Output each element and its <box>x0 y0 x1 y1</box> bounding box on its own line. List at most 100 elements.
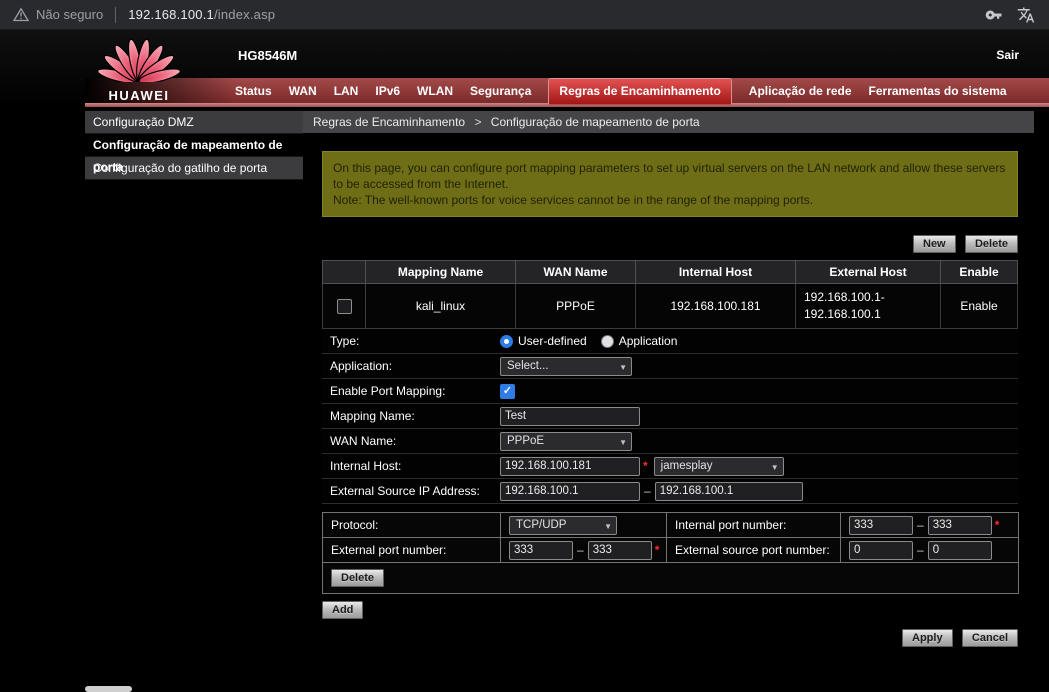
user-defined-radio[interactable] <box>500 335 513 348</box>
protocol-cell: TCP/UDP ▼ <box>501 513 667 538</box>
security-label[interactable]: Não seguro <box>36 7 103 22</box>
table-row[interactable]: kali_linux PPPoE 192.168.100.181 192.168… <box>323 284 1018 329</box>
internal-host-device-select[interactable]: jamesplay ▼ <box>654 457 784 476</box>
type-label: Type: <box>322 334 500 348</box>
required-asterisk: * <box>643 459 648 473</box>
internal-port-label: Internal port number: <box>667 513 841 538</box>
enable-port-mapping-checkbox[interactable]: ✓ <box>500 384 515 399</box>
external-source-ip-start-input[interactable] <box>500 482 640 501</box>
application-radio[interactable] <box>601 335 614 348</box>
apply-button[interactable]: Apply <box>902 629 953 647</box>
col-external-host: External Host <box>796 261 941 284</box>
internal-host-input[interactable] <box>500 457 640 476</box>
enable-port-mapping-row: Enable Port Mapping: ✓ <box>322 379 1018 404</box>
url-path: /index.asp <box>214 7 275 22</box>
external-source-port-start-input[interactable] <box>849 541 913 560</box>
row-checkbox[interactable] <box>337 299 352 314</box>
internal-port-start-input[interactable] <box>849 516 913 535</box>
app-header: HUAWEI HG8546M Sair Status WAN LAN IPv6 … <box>0 30 1049 107</box>
address-bar[interactable]: 192.168.100.1/index.asp <box>128 7 275 22</box>
breadcrumb-section[interactable]: Regras de Encaminhamento <box>313 115 465 129</box>
external-port-start-input[interactable] <box>509 541 573 560</box>
nav-tab-status[interactable]: Status <box>235 84 272 98</box>
required-asterisk: * <box>995 518 1000 532</box>
new-button[interactable]: New <box>913 235 956 253</box>
sidebar-item-port-mapping[interactable]: Configuração de mapeamento de porta <box>85 134 303 157</box>
col-wan-name: WAN Name <box>516 261 636 284</box>
type-option-user-defined[interactable]: User-defined <box>500 334 587 348</box>
port-row-2: External port number: – * External sourc… <box>323 538 1019 563</box>
application-select[interactable]: Select... ▼ <box>500 357 632 376</box>
browser-toolbar: Não seguro 192.168.100.1/index.asp <box>0 0 1049 30</box>
external-port-end-input[interactable] <box>588 541 652 560</box>
nav-tab-regras-de-encaminhamento[interactable]: Regras de Encaminhamento <box>548 78 731 105</box>
chevron-down-icon: ▼ <box>604 518 612 535</box>
protocol-select[interactable]: TCP/UDP ▼ <box>509 516 617 535</box>
nav-tab-lan[interactable]: LAN <box>334 84 359 98</box>
cell-internal-host: 192.168.100.181 <box>636 284 796 329</box>
nav-tab-aplicacao-de-rede[interactable]: Aplicação de rede <box>749 84 852 98</box>
enable-port-mapping-label: Enable Port Mapping: <box>322 384 500 398</box>
internal-port-cell: – * <box>841 513 1019 538</box>
horizontal-scrollbar-thumb[interactable] <box>85 686 132 692</box>
chevron-down-icon: ▼ <box>619 359 627 376</box>
external-source-port-end-input[interactable] <box>928 541 992 560</box>
type-option-application[interactable]: Application <box>601 334 678 348</box>
protocol-select-value: TCP/UDP <box>516 519 566 531</box>
mapping-name-input[interactable] <box>500 407 640 426</box>
nav-tab-wan[interactable]: WAN <box>289 84 317 98</box>
external-host-line1: 192.168.100.1- <box>804 289 938 306</box>
wan-name-select[interactable]: PPPoE ▼ <box>500 432 632 451</box>
chevron-down-icon: ▼ <box>619 434 627 451</box>
huawei-flower-icon <box>96 36 182 82</box>
col-enable: Enable <box>941 261 1018 284</box>
internal-host-row: Internal Host: * jamesplay ▼ <box>322 454 1018 479</box>
cancel-button[interactable]: Cancel <box>962 629 1018 647</box>
external-source-ip-row: External Source IP Address: – <box>322 479 1018 504</box>
sidebar-item-dmz[interactable]: Configuração DMZ <box>85 111 303 134</box>
breadcrumb-page: Configuração de mapeamento de porta <box>491 115 700 129</box>
application-select-value: Select... <box>507 360 549 372</box>
table-actions: New Delete <box>322 235 1018 253</box>
external-source-port-cell: – <box>841 538 1019 563</box>
external-port-label: External port number: <box>323 538 501 563</box>
chevron-down-icon: ▼ <box>771 459 779 476</box>
application-option-label: Application <box>619 334 678 348</box>
huawei-logo: HUAWEI <box>96 36 182 103</box>
nav-tab-wlan[interactable]: WLAN <box>417 84 453 98</box>
breadcrumb-separator: > <box>474 115 481 129</box>
key-icon[interactable] <box>985 6 1003 24</box>
logout-link[interactable]: Sair <box>996 48 1019 62</box>
external-source-ip-label: External Source IP Address: <box>322 484 500 498</box>
protocol-label: Protocol: <box>323 513 501 538</box>
range-separator: – <box>577 543 584 557</box>
port-delete-button[interactable]: Delete <box>331 569 384 587</box>
page-info-box: On this page, you can configure port map… <box>322 151 1018 217</box>
add-button[interactable]: Add <box>322 601 363 619</box>
sidebar-item-label: Configuração DMZ <box>93 115 194 129</box>
type-row: Type: User-defined Application <box>322 329 1018 354</box>
internal-port-end-input[interactable] <box>928 516 992 535</box>
internal-host-device-value: jamesplay <box>661 460 713 472</box>
main-content: On this page, you can configure port map… <box>303 133 1034 647</box>
info-line-2: Note: The well-known ports for voice ser… <box>333 192 1007 208</box>
device-model: HG8546M <box>238 48 297 63</box>
col-internal-host: Internal Host <box>636 261 796 284</box>
range-separator: – <box>917 543 924 557</box>
nav-tab-ferramentas-do-sistema[interactable]: Ferramentas do sistema <box>869 84 1007 98</box>
wan-name-row: WAN Name: PPPoE ▼ <box>322 429 1018 454</box>
toolbar-divider <box>115 7 116 23</box>
delete-selected-button[interactable]: Delete <box>965 235 1018 253</box>
translate-icon[interactable] <box>1017 6 1035 24</box>
cell-enable: Enable <box>941 284 1018 329</box>
nav-tab-seguranca[interactable]: Segurança <box>470 84 531 98</box>
external-source-ip-end-input[interactable] <box>655 482 803 501</box>
footer-actions: Apply Cancel <box>322 629 1018 647</box>
port-mapping-table: Mapping Name WAN Name Internal Host Exte… <box>322 260 1018 329</box>
internal-host-label: Internal Host: <box>322 459 500 473</box>
external-port-cell: – * <box>501 538 667 563</box>
nav-tab-ipv6[interactable]: IPv6 <box>375 84 400 98</box>
col-mapping-name: Mapping Name <box>366 261 516 284</box>
security-warning-icon[interactable] <box>13 7 29 22</box>
main-nav: Status WAN LAN IPv6 WLAN Segurança Regra… <box>85 78 1049 103</box>
